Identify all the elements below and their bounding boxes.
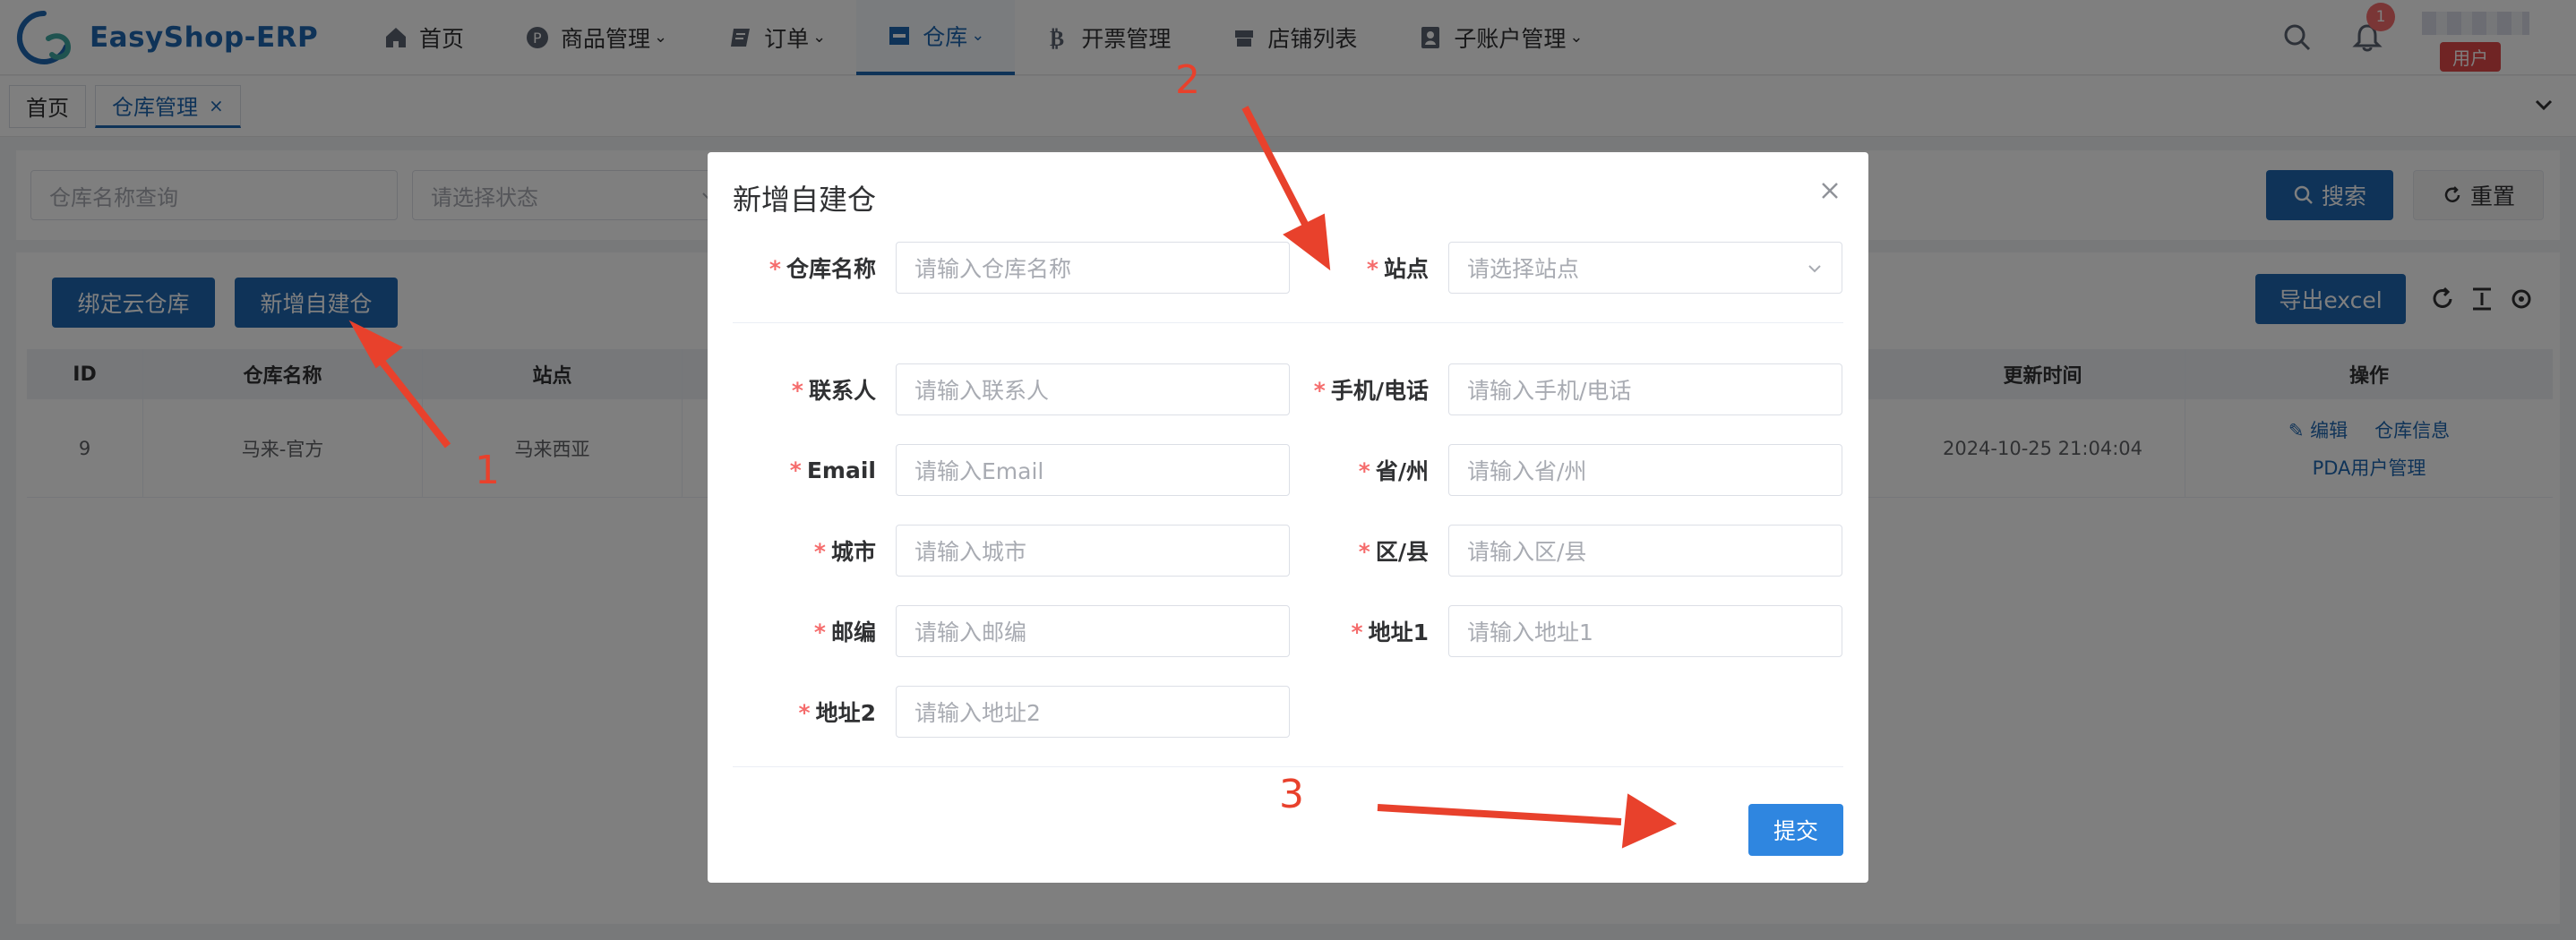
form-row-address2: * 地址2 请输入地址2	[708, 686, 1290, 738]
required-mark: *	[769, 256, 781, 282]
zip-label: * 邮编	[708, 615, 896, 647]
label-text: 仓库名称	[786, 256, 876, 282]
placeholder: 请输入手机/电话	[1467, 378, 1632, 404]
address1-label: * 地址1	[1260, 615, 1448, 647]
placeholder: 请输入邮编	[914, 620, 1027, 645]
required-mark: *	[791, 378, 803, 404]
placeholder: 请输入地址1	[1467, 620, 1593, 645]
annotation-number-2: 2	[1175, 57, 1200, 103]
contact-label: * 联系人	[708, 373, 896, 406]
placeholder: 请输入Email	[914, 458, 1044, 484]
form-row-site: * 站点 请选择站点	[1260, 242, 1842, 294]
required-mark: *	[1366, 256, 1378, 282]
label-text: 区/县	[1375, 539, 1429, 565]
district-label: * 区/县	[1260, 534, 1448, 567]
form-row-address1: * 地址1 请输入地址1	[1260, 605, 1842, 657]
divider	[733, 322, 1843, 323]
address2-input[interactable]: 请输入地址2	[896, 686, 1290, 738]
label-text: 城市	[830, 539, 876, 565]
placeholder: 请选择站点	[1467, 256, 1580, 282]
zip-input[interactable]: 请输入邮编	[896, 605, 1290, 657]
email-field[interactable]: 请输入Email	[896, 444, 1290, 496]
address2-label: * 地址2	[708, 696, 896, 728]
phone-label: * 手机/电话	[1260, 373, 1448, 406]
label-text: 手机/电话	[1330, 378, 1429, 404]
required-mark: *	[789, 457, 802, 483]
annotation-number-1: 1	[475, 448, 500, 493]
required-mark: *	[813, 539, 826, 565]
divider	[733, 766, 1843, 767]
placeholder: 请输入仓库名称	[914, 256, 1072, 282]
site-select[interactable]: 请选择站点	[1448, 242, 1842, 294]
email-label: * Email	[708, 457, 896, 483]
contact-input[interactable]: 请输入联系人	[896, 363, 1290, 415]
required-mark: *	[798, 700, 811, 726]
dialog-title: 新增自建仓	[733, 183, 877, 217]
required-mark: *	[1358, 458, 1370, 484]
required-mark: *	[1313, 378, 1326, 404]
form-row-warehouse-name: * 仓库名称 请输入仓库名称	[708, 242, 1290, 294]
city-input[interactable]: 请输入城市	[896, 525, 1290, 577]
address1-input[interactable]: 请输入地址1	[1448, 605, 1842, 657]
label-text: 地址1	[1368, 620, 1429, 645]
label-text: 省/州	[1375, 458, 1429, 484]
form-row-province: * 省/州 请输入省/州	[1260, 444, 1842, 496]
chevron-down-icon	[1808, 265, 1821, 273]
close-icon[interactable]	[1816, 177, 1843, 204]
phone-input[interactable]: 请输入手机/电话	[1448, 363, 1842, 415]
province-label: * 省/州	[1260, 454, 1448, 486]
required-mark: *	[1358, 539, 1370, 565]
required-mark: *	[813, 620, 826, 645]
label-text: 邮编	[830, 620, 876, 645]
province-input[interactable]: 请输入省/州	[1448, 444, 1842, 496]
placeholder: 请输入联系人	[914, 378, 1050, 404]
required-mark: *	[1351, 620, 1363, 645]
form-row-zip: * 邮编 请输入邮编	[708, 605, 1290, 657]
annotation-number-3: 3	[1279, 772, 1304, 817]
city-label: * 城市	[708, 534, 896, 567]
label-text: 站点	[1383, 256, 1429, 282]
district-input[interactable]: 请输入区/县	[1448, 525, 1842, 577]
placeholder: 请输入省/州	[1467, 458, 1587, 484]
submit-button[interactable]: 提交	[1748, 804, 1843, 856]
site-label: * 站点	[1260, 252, 1448, 284]
warehouse-name-input[interactable]: 请输入仓库名称	[896, 242, 1290, 294]
label-text: Email	[806, 457, 876, 483]
form-row-contact: * 联系人 请输入联系人	[708, 363, 1290, 415]
form-row-email: * Email 请输入Email	[708, 444, 1290, 496]
form-row-district: * 区/县 请输入区/县	[1260, 525, 1842, 577]
placeholder: 请输入区/县	[1467, 539, 1587, 565]
label-text: 联系人	[808, 378, 876, 404]
label-text: 地址2	[815, 700, 876, 726]
warehouse-name-label: * 仓库名称	[708, 252, 896, 284]
form-row-phone: * 手机/电话 请输入手机/电话	[1260, 363, 1842, 415]
placeholder: 请输入地址2	[914, 700, 1041, 726]
placeholder: 请输入城市	[914, 539, 1027, 565]
form-row-city: * 城市 请输入城市	[708, 525, 1290, 577]
